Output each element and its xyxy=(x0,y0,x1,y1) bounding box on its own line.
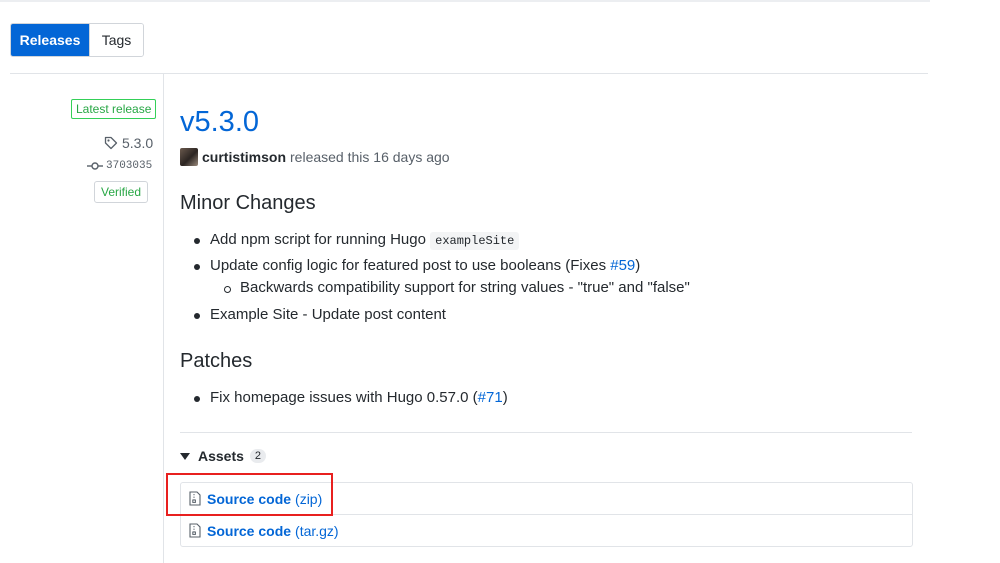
top-bar-edge xyxy=(0,0,930,2)
list-item: Example Site - Update post content xyxy=(194,305,446,325)
list-item: Fix homepage issues with Hugo 0.57.0 (#7… xyxy=(194,388,508,408)
list-item-text: ) xyxy=(502,389,508,406)
author-link[interactable]: curtistimson xyxy=(202,149,286,165)
file-zip-icon xyxy=(189,523,201,538)
commit-sha: 3703035 xyxy=(106,160,153,172)
release-tabs: Releases Tags xyxy=(10,23,144,57)
issue-link-59[interactable]: #59 xyxy=(610,257,635,274)
tab-tags[interactable]: Tags xyxy=(89,24,143,56)
tab-releases[interactable]: Releases xyxy=(11,24,89,56)
release-meta: curtistimson released this 16 days ago xyxy=(180,148,450,166)
avatar[interactable] xyxy=(180,148,198,166)
list-item: Update config logic for featured post to… xyxy=(193,256,641,276)
commit-link[interactable]: 3703035 xyxy=(87,160,152,172)
list-item-text: Example Site - Update post content xyxy=(210,306,446,323)
asset-ext[interactable]: (zip) xyxy=(295,491,322,507)
patches-heading: Patches xyxy=(180,350,253,372)
timeline-line xyxy=(163,73,164,563)
list-item-text: ) xyxy=(635,257,641,274)
verified-badge[interactable]: Verified xyxy=(94,181,149,203)
commit-icon xyxy=(87,162,103,170)
released-text: released this 16 days ago xyxy=(290,149,450,165)
list-item-text: Add npm script for running Hugo xyxy=(210,231,426,248)
list-item-text: Fix homepage issues with Hugo 0.57.0 ( xyxy=(210,389,478,406)
asset-ext[interactable]: (tar.gz) xyxy=(295,523,339,539)
release-title[interactable]: v5.3.0 xyxy=(180,103,259,141)
asset-name[interactable]: Source code xyxy=(207,523,291,539)
asset-source-zip[interactable]: Source code (zip) xyxy=(181,483,912,515)
list-item-text: Backwards compatibility support for stri… xyxy=(240,279,690,296)
list-item: Add npm script for running Hugo exampleS… xyxy=(193,230,520,251)
file-zip-icon xyxy=(189,491,201,506)
assets-list: Source code (zip) Source code (tar.gz) xyxy=(180,482,913,547)
inline-code: exampleSite xyxy=(430,232,520,250)
assets-toggle[interactable]: Assets 2 xyxy=(180,448,267,464)
asset-name[interactable]: Source code xyxy=(207,491,291,507)
sub-list-item: Backwards compatibility support for stri… xyxy=(224,278,690,298)
minor-changes-heading: Minor Changes xyxy=(180,192,316,214)
caret-down-icon xyxy=(180,452,190,460)
tag-icon xyxy=(104,136,118,150)
asset-source-targz[interactable]: Source code (tar.gz) xyxy=(181,515,912,546)
assets-label: Assets xyxy=(198,448,244,464)
latest-release-badge: Latest release xyxy=(71,99,157,119)
list-item-text: Update config logic for featured post to… xyxy=(210,257,611,274)
assets-divider xyxy=(180,432,912,433)
tag-name: 5.3.0 xyxy=(122,135,154,151)
tag-link[interactable]: 5.3.0 xyxy=(104,135,153,151)
assets-count: 2 xyxy=(249,449,267,463)
divider xyxy=(10,73,928,74)
issue-link-71[interactable]: #71 xyxy=(478,389,503,406)
